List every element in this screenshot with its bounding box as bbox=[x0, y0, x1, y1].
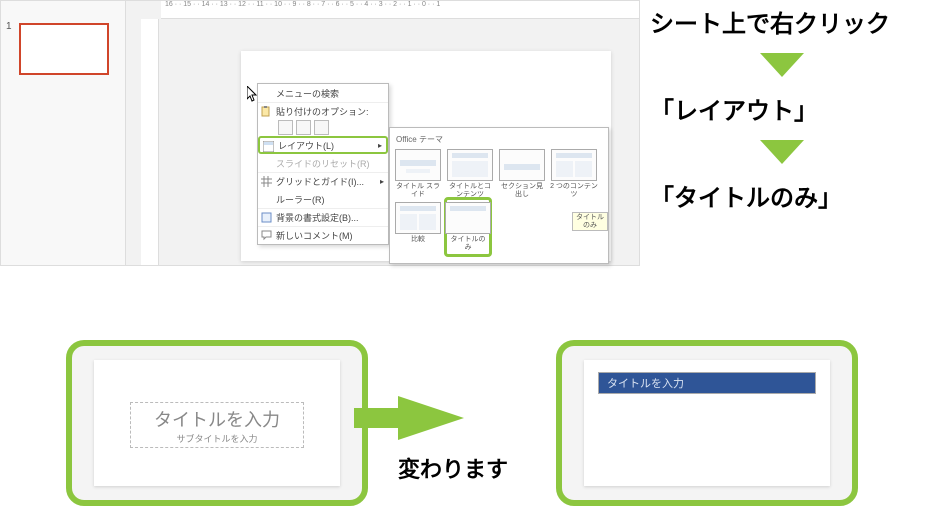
layout-tooltip: タイトルのみ bbox=[572, 212, 608, 231]
paste-option-icon[interactable] bbox=[278, 120, 293, 135]
title-placeholder: タイトルを入力 サブタイトルを入力 bbox=[130, 402, 304, 448]
transition-label: 変わります bbox=[398, 452, 508, 484]
menu-item-format-background[interactable]: 背景の書式設定(B)... bbox=[258, 208, 388, 226]
context-menu: メニューの検索 貼り付けのオプション: レイアウト(L) ▸ スライドのリセット… bbox=[257, 83, 389, 245]
slide-mini: タイトルを入力 bbox=[584, 360, 830, 486]
layout-caption: セクション見出し bbox=[498, 183, 546, 198]
vertical-ruler bbox=[141, 19, 159, 265]
down-arrow-icon bbox=[760, 140, 804, 164]
before-slide-preview: タイトルを入力 サブタイトルを入力 bbox=[66, 340, 368, 506]
layout-gallery-submenu: Office テーマ タイトル スライド タイトルとコンテンツ セクション見出し… bbox=[389, 127, 609, 264]
paste-option-icons bbox=[276, 120, 329, 135]
gallery-header: Office テーマ bbox=[394, 132, 604, 149]
instruction-step-1: シート上で右クリック bbox=[650, 4, 940, 39]
menu-item-new-comment[interactable]: 新しいコメント(M) bbox=[258, 226, 388, 244]
slide-number: 1 bbox=[6, 21, 12, 32]
slide-thumbnail-panel: 1 bbox=[1, 1, 126, 265]
menu-item-reset[interactable]: スライドのリセット(R) bbox=[258, 154, 388, 172]
menu-label: メニューの検索 bbox=[276, 87, 339, 100]
layout-caption: タイトルとコンテンツ bbox=[446, 183, 494, 198]
layout-option-title-only[interactable]: タイトルのみ bbox=[444, 197, 492, 256]
instruction-step-2: 「レイアウト」 bbox=[650, 91, 940, 126]
layout-option-two-content[interactable]: 2 つのコンテンツ bbox=[550, 149, 598, 198]
layout-caption: タイトル スライド bbox=[394, 183, 442, 198]
menu-label: グリッドとガイド(I)... bbox=[276, 175, 364, 188]
menu-label: ルーラー(R) bbox=[276, 193, 325, 206]
menu-label: レイアウト(L) bbox=[278, 139, 334, 152]
title-text: タイトルを入力 bbox=[607, 375, 684, 391]
horizontal-ruler: 16 · · 15 · · 14 · · 13 · · 12 · · 11 · … bbox=[161, 1, 639, 19]
layout-caption: 2 つのコンテンツ bbox=[550, 183, 598, 198]
menu-label: 新しいコメント(M) bbox=[276, 229, 353, 242]
submenu-arrow-icon: ▸ bbox=[378, 141, 382, 150]
layout-option-title-slide[interactable]: タイトル スライド bbox=[394, 149, 442, 198]
after-slide-preview: タイトルを入力 bbox=[556, 340, 858, 506]
format-bg-icon bbox=[261, 212, 272, 223]
slide-mini: タイトルを入力 サブタイトルを入力 bbox=[94, 360, 340, 486]
instruction-step-3: 「タイトルのみ」 bbox=[650, 178, 940, 213]
title-text: タイトルを入力 bbox=[154, 406, 280, 432]
layout-icon bbox=[263, 141, 274, 152]
menu-item-ruler[interactable]: ルーラー(R) bbox=[258, 190, 388, 208]
menu-item-paste-options[interactable]: 貼り付けのオプション: bbox=[258, 102, 388, 136]
transition-arrow-icon bbox=[398, 396, 464, 440]
powerpoint-screenshot: 1 16 · · 15 · · 14 · · 13 · · 12 · · 11 … bbox=[0, 0, 640, 266]
paste-option-icon[interactable] bbox=[296, 120, 311, 135]
instruction-steps: シート上で右クリック 「レイアウト」 「タイトルのみ」 bbox=[650, 4, 940, 213]
menu-item-search[interactable]: メニューの検索 bbox=[258, 84, 388, 102]
menu-label: 貼り付けのオプション: bbox=[276, 105, 369, 118]
layout-caption: タイトルのみ bbox=[449, 236, 487, 251]
layout-option-title-content[interactable]: タイトルとコンテンツ bbox=[446, 149, 494, 198]
layout-option-section-header[interactable]: セクション見出し bbox=[498, 149, 546, 198]
clipboard-icon bbox=[261, 106, 272, 117]
title-only-bar: タイトルを入力 bbox=[598, 372, 816, 394]
tooltip-text: タイトルのみ bbox=[572, 212, 608, 231]
paste-option-icon[interactable] bbox=[314, 120, 329, 135]
subtitle-text: サブタイトルを入力 bbox=[176, 432, 257, 445]
layout-caption: 比較 bbox=[411, 236, 425, 244]
slide-thumbnail-1[interactable] bbox=[19, 23, 109, 75]
grid-icon bbox=[261, 176, 272, 187]
comment-icon bbox=[261, 230, 272, 241]
menu-item-layout[interactable]: レイアウト(L) ▸ bbox=[258, 136, 388, 154]
layout-option-comparison[interactable]: 比較 bbox=[394, 202, 442, 254]
down-arrow-icon bbox=[760, 53, 804, 77]
menu-label: 背景の書式設定(B)... bbox=[276, 211, 359, 224]
menu-label: スライドのリセット(R) bbox=[276, 157, 370, 170]
submenu-arrow-icon: ▸ bbox=[380, 177, 384, 186]
menu-item-grid-guides[interactable]: グリッドとガイド(I)... ▸ bbox=[258, 172, 388, 190]
